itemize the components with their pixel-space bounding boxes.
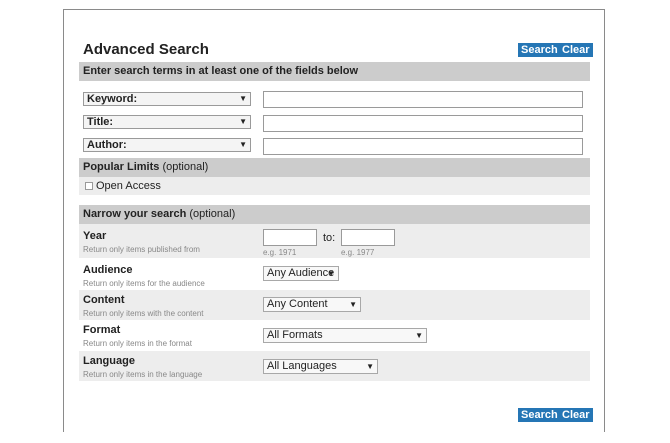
- language-help: Return only items in the language: [83, 370, 203, 379]
- format-label: Format: [83, 324, 121, 336]
- format-value: All Formats: [267, 329, 323, 341]
- dropdown-arrow-icon: ▼: [327, 269, 335, 278]
- dropdown-arrow-icon: ▼: [239, 140, 247, 149]
- language-value: All Languages: [267, 360, 337, 372]
- open-access-checkbox[interactable]: [85, 182, 93, 190]
- audience-value: Any Audience: [267, 267, 335, 279]
- search-button-bottom[interactable]: Search: [518, 408, 561, 422]
- year-to-input[interactable]: [341, 229, 395, 246]
- dropdown-arrow-icon: ▼: [415, 331, 423, 340]
- field-select-label: Author:: [87, 139, 127, 151]
- language-label: Language: [83, 355, 135, 367]
- audience-help: Return only items for the audience: [83, 279, 205, 288]
- field-select-author[interactable]: Author: ▼: [83, 138, 251, 152]
- year-help: Return only items published from: [83, 245, 200, 254]
- content-label: Content: [83, 294, 125, 306]
- year-to-hint: e.g. 1977: [341, 248, 375, 257]
- content-select[interactable]: Any Content ▼: [263, 297, 361, 312]
- field-select-keyword[interactable]: Keyword: ▼: [83, 92, 251, 106]
- format-help: Return only items in the format: [83, 339, 192, 348]
- year-to-label: to:: [323, 232, 336, 244]
- page-title: Advanced Search: [83, 41, 209, 58]
- field-select-title[interactable]: Title: ▼: [83, 115, 251, 129]
- year-from-hint: e.g. 1971: [263, 248, 297, 257]
- narrow-search-header: Narrow your search (optional): [79, 205, 590, 224]
- content-help: Return only items with the content: [83, 309, 204, 318]
- keyword-input[interactable]: [263, 91, 583, 108]
- search-terms-header: Enter search terms in at least one of th…: [79, 62, 590, 81]
- dropdown-arrow-icon: ▼: [239, 94, 247, 103]
- content-value: Any Content: [267, 298, 328, 310]
- dropdown-arrow-icon: ▼: [349, 300, 357, 309]
- field-select-label: Keyword:: [87, 93, 138, 105]
- audience-select[interactable]: Any Audience ▼: [263, 266, 339, 281]
- dropdown-arrow-icon: ▼: [366, 362, 374, 371]
- clear-button-bottom[interactable]: Clear: [559, 408, 593, 422]
- year-from-input[interactable]: [263, 229, 317, 246]
- year-label: Year: [83, 230, 107, 242]
- author-input[interactable]: [263, 138, 583, 155]
- title-input[interactable]: [263, 115, 583, 132]
- audience-label: Audience: [83, 264, 133, 276]
- search-button[interactable]: Search: [518, 43, 561, 57]
- open-access-label: Open Access: [96, 180, 161, 192]
- popular-limits-header: Popular Limits (optional): [79, 158, 590, 177]
- language-select[interactable]: All Languages ▼: [263, 359, 378, 374]
- field-select-label: Title:: [87, 116, 114, 128]
- format-select[interactable]: All Formats ▼: [263, 328, 427, 343]
- dropdown-arrow-icon: ▼: [239, 117, 247, 126]
- clear-button[interactable]: Clear: [559, 43, 593, 57]
